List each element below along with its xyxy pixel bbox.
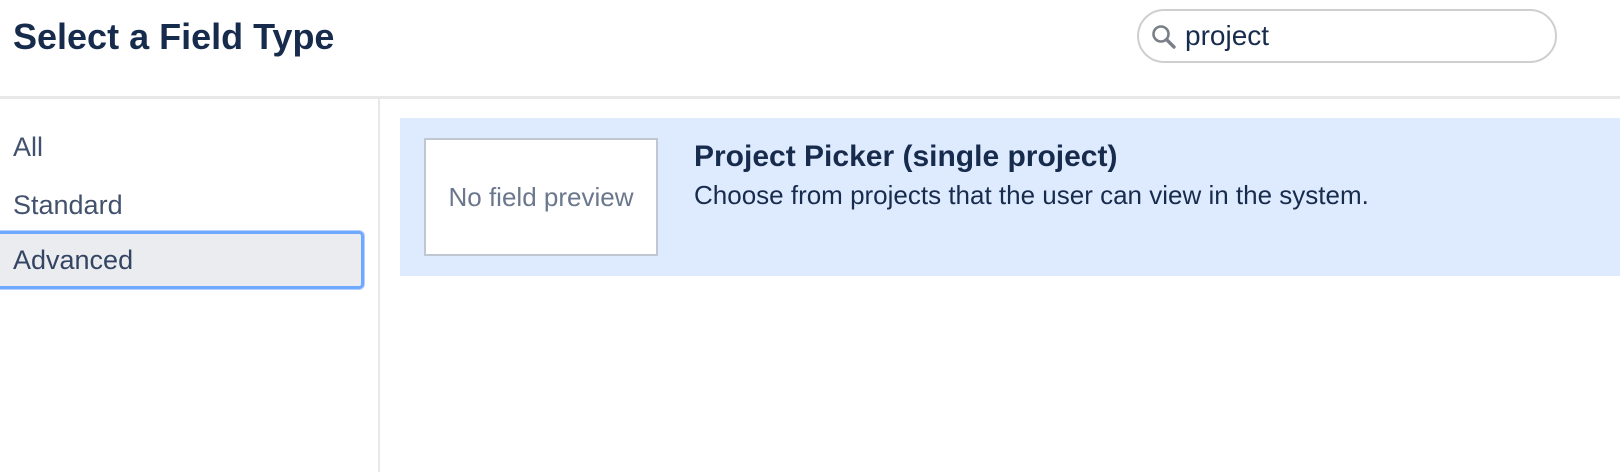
search-input[interactable] [1185,17,1535,55]
sidebar-item-all[interactable]: All [0,118,364,176]
sidebar-item-label: Standard [13,190,123,220]
sidebar-item-label: Advanced [13,245,134,275]
field-preview: No field preview [424,138,658,256]
sidebar-item-label: All [13,132,44,162]
field-type-dialog: Select a Field Type All Standard Advance… [0,0,1620,472]
search-icon [1151,24,1177,50]
dialog-header: Select a Field Type [0,0,1620,99]
field-type-description: Choose from projects that the user can v… [694,180,1369,210]
field-type-list: No field preview Project Picker (single … [381,99,1620,472]
field-preview-text: No field preview [448,181,634,212]
field-type-title: Project Picker (single project) [694,140,1118,173]
search-box[interactable] [1137,9,1557,63]
sidebar-item-advanced[interactable]: Advanced [0,231,364,289]
category-sidebar: All Standard Advanced [0,99,380,472]
sidebar-item-standard[interactable]: Standard [0,176,364,234]
field-type-item-project-picker[interactable]: No field preview Project Picker (single … [400,118,1620,276]
page-title: Select a Field Type [13,16,335,57]
